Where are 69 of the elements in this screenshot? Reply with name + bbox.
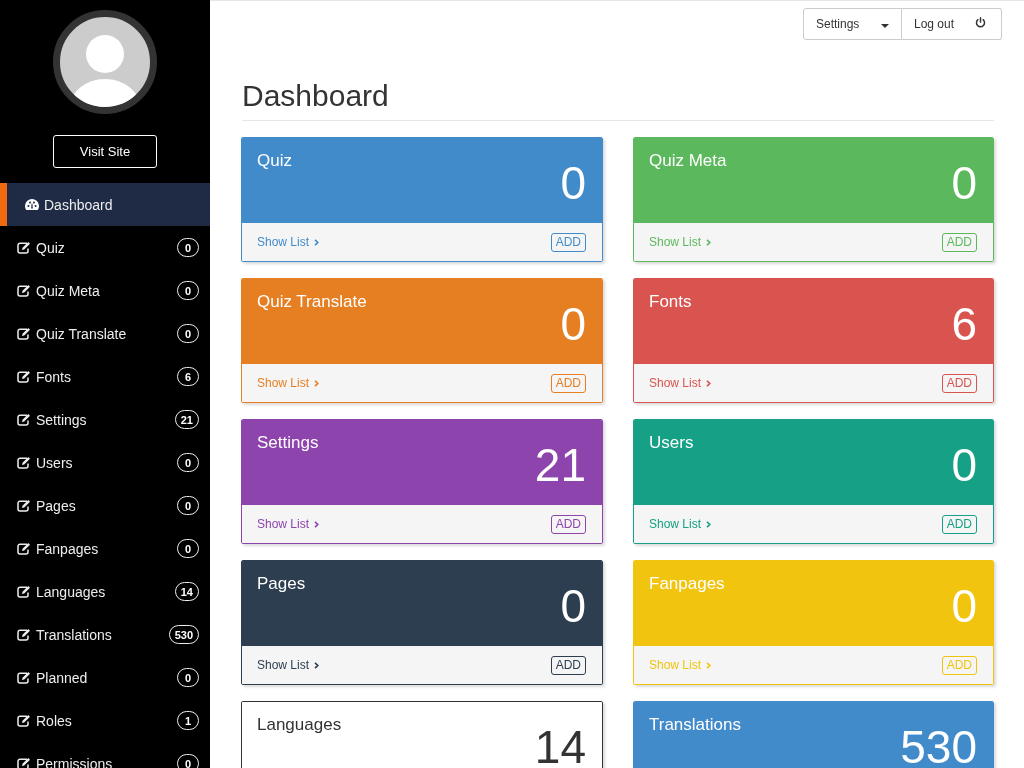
- card-title: Quiz: [257, 151, 292, 171]
- card-count: 0: [951, 166, 977, 200]
- sidebar-item[interactable]: Settings 21: [0, 398, 210, 441]
- show-list-link[interactable]: Show List: [257, 658, 320, 672]
- sidebar-item[interactable]: Pages 0: [0, 484, 210, 527]
- card-title: Fanpages: [649, 574, 725, 594]
- card-title: Pages: [257, 574, 306, 594]
- sidebar-item[interactable]: Quiz Meta 0: [0, 269, 210, 312]
- page-title: Dashboard: [242, 78, 390, 114]
- edit-icon: [17, 413, 31, 426]
- edit-icon: [17, 241, 31, 254]
- edit-icon: [17, 542, 31, 555]
- edit-icon: [17, 585, 31, 598]
- chevron-right-icon: [314, 239, 320, 246]
- chevron-right-icon: [706, 380, 712, 387]
- card-count: 0: [560, 307, 586, 341]
- power-icon: [975, 16, 986, 28]
- card-count: 0: [560, 589, 586, 623]
- edit-icon: [17, 499, 31, 512]
- chevron-right-icon: [314, 521, 320, 528]
- card-title: Translations: [649, 715, 741, 735]
- add-button[interactable]: ADD: [550, 655, 586, 675]
- card-count: 14: [534, 730, 586, 764]
- sidebar-item[interactable]: Users 0: [0, 441, 210, 484]
- sidebar-item[interactable]: Fonts 6: [0, 355, 210, 398]
- card-count: 6: [951, 307, 977, 341]
- edit-icon: [17, 757, 31, 768]
- settings-dropdown[interactable]: Settings: [803, 8, 902, 40]
- show-list-link[interactable]: Show List: [257, 517, 320, 531]
- caret-icon: [881, 23, 889, 28]
- dashboard-gauge-icon: [25, 199, 39, 210]
- visit-site-button[interactable]: Visit Site: [53, 135, 157, 168]
- chevron-right-icon: [314, 380, 320, 387]
- chevron-right-icon: [706, 521, 712, 528]
- edit-icon: [17, 327, 31, 340]
- edit-icon: [17, 284, 31, 297]
- edit-icon: [17, 370, 31, 383]
- logout-button[interactable]: Log out: [902, 8, 1002, 40]
- edit-icon: [17, 628, 31, 641]
- sidebar-item[interactable]: Planned 0: [0, 656, 210, 699]
- card-count: 530: [900, 730, 977, 764]
- chevron-right-icon: [706, 662, 712, 669]
- card-title: Languages: [257, 715, 342, 735]
- card-title: Users: [649, 433, 694, 453]
- chevron-right-icon: [706, 239, 712, 246]
- sidebar-item[interactable]: Permissions 0: [0, 742, 210, 768]
- add-button[interactable]: ADD: [941, 373, 977, 393]
- show-list-link[interactable]: Show List: [649, 376, 712, 390]
- sidebar-item[interactable]: Fanpages 0: [0, 527, 210, 570]
- card-title: Settings: [257, 433, 319, 453]
- card-title: Quiz Translate: [257, 292, 367, 312]
- card-count: 0: [951, 589, 977, 623]
- card-count: 0: [560, 166, 586, 200]
- sidebar-item[interactable]: Translations 530: [0, 613, 210, 656]
- sidebar-item[interactable]: Dashboard: [0, 183, 210, 226]
- edit-icon: [17, 671, 31, 684]
- edit-icon: [17, 714, 31, 727]
- card-count: 21: [534, 448, 586, 482]
- add-button[interactable]: ADD: [550, 514, 586, 534]
- sidebar-item[interactable]: Quiz Translate 0: [0, 312, 210, 355]
- card-title: Fonts: [649, 292, 692, 312]
- show-list-link[interactable]: Show List: [257, 235, 320, 249]
- sidebar-item[interactable]: Quiz 0: [0, 226, 210, 269]
- card-count: 0: [951, 448, 977, 482]
- edit-icon: [17, 456, 31, 469]
- chevron-right-icon: [314, 662, 320, 669]
- card-title: Quiz Meta: [649, 151, 727, 171]
- sidebar-item[interactable]: Languages 14: [0, 570, 210, 613]
- sidebar-item[interactable]: Roles 1: [0, 699, 210, 742]
